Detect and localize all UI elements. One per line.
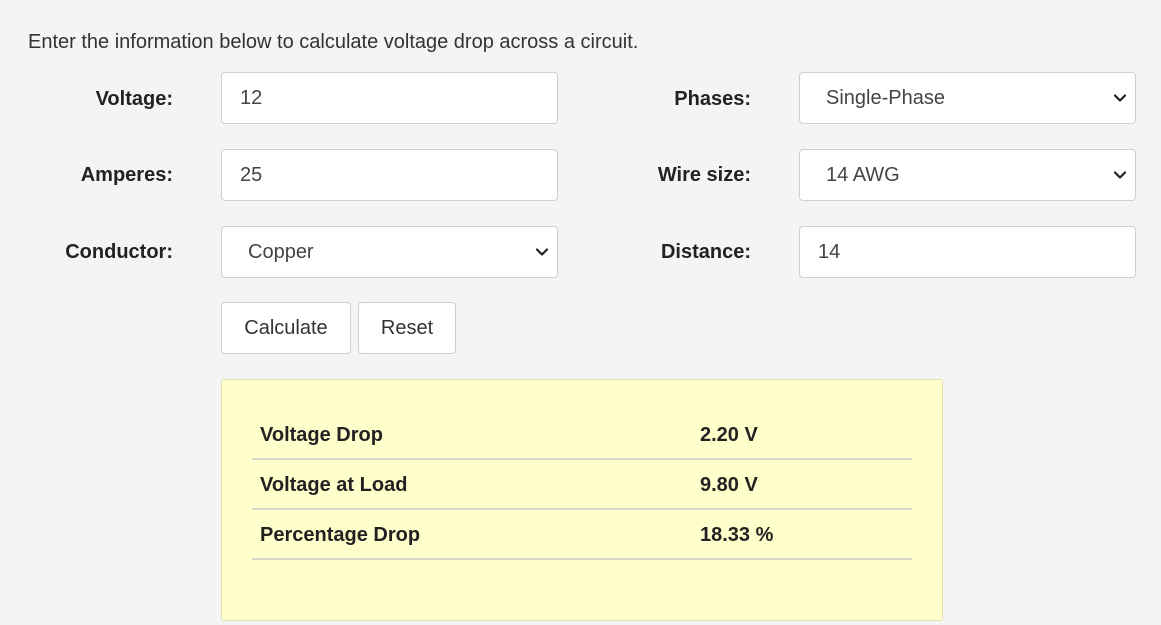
conductor-select-value: Copper [248,241,314,263]
chevron-down-icon [535,248,549,256]
result-value: 18.33 % [700,524,774,546]
phases-select-value: Single-Phase [826,87,945,109]
wire-size-label: Wire size: [657,164,751,186]
phases-select[interactable]: Single-Phase [799,72,1136,124]
amperes-label: Amperes: [80,164,173,186]
result-label: Voltage Drop [260,424,383,446]
result-row: Voltage at Load 9.80 V [252,460,912,510]
conductor-select[interactable]: Copper [221,226,558,278]
distance-input[interactable] [799,226,1136,278]
reset-button[interactable]: Reset [358,302,456,354]
wire-size-select[interactable]: 14 AWG [799,149,1136,201]
result-row: Voltage Drop 2.20 V [252,410,912,460]
chevron-down-icon [1113,94,1127,102]
result-label: Percentage Drop [260,524,421,546]
result-row: Percentage Drop 18.33 % [252,510,912,560]
result-label: Voltage at Load [260,474,408,496]
voltage-label: Voltage: [95,88,173,110]
amperes-input[interactable] [221,149,558,201]
distance-label: Distance: [660,241,751,263]
results-panel: Voltage Drop 2.20 V Voltage at Load 9.80… [221,379,943,621]
result-value: 2.20 V [700,424,758,446]
calculate-button[interactable]: Calculate [221,302,351,354]
voltage-input[interactable] [221,72,558,124]
result-value: 9.80 V [700,474,758,496]
phases-label: Phases: [674,88,751,110]
chevron-down-icon [1113,171,1127,179]
wire-size-select-value: 14 AWG [826,164,900,186]
intro-text: Enter the information below to calculate… [28,31,639,53]
conductor-label: Conductor: [65,241,173,263]
